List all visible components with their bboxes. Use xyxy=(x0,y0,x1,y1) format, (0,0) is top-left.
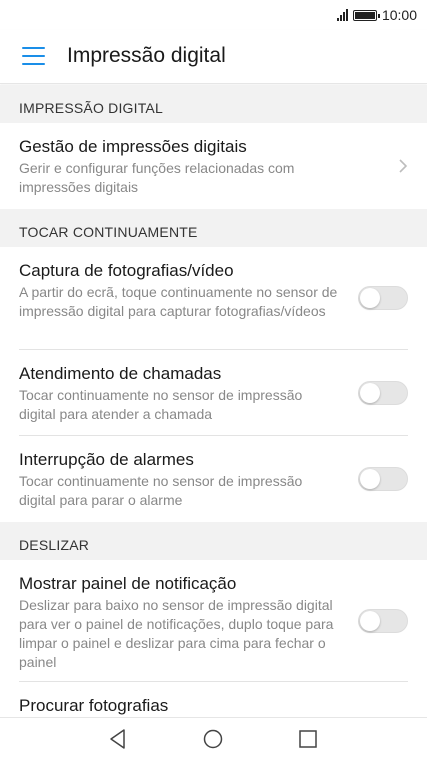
stop-alarms-toggle[interactable] xyxy=(358,467,408,491)
item-title: Interrupção de alarmes xyxy=(19,450,194,469)
section-touch-hold: Captura de fotografias/vídeo A partir do… xyxy=(0,247,427,522)
item-title: Procurar fotografias xyxy=(19,696,169,715)
photo-capture-toggle[interactable] xyxy=(358,286,408,310)
list-item-answer-calls[interactable]: Atendimento de chamadas Tocar continuame… xyxy=(19,350,408,436)
item-title: Mostrar painel de notificação xyxy=(19,574,237,593)
chevron-right-icon xyxy=(399,159,408,173)
item-title: Gestão de impressões digitais xyxy=(19,137,247,156)
list-item-fingerprint-management[interactable]: Gestão de impressões digitais Gerir e co… xyxy=(19,123,408,209)
section-header-swipe: DESLIZAR xyxy=(0,522,427,560)
navigation-bar xyxy=(0,717,427,760)
section-swipe: Mostrar painel de notificação Deslizar p… xyxy=(0,560,427,717)
section-header-touch-hold: TOCAR CONTINUAMENTE xyxy=(0,209,427,247)
section-header-fingerprint: IMPRESSÃO DIGITAL xyxy=(0,85,427,123)
item-subtitle: A partir do ecrã, toque continuamente no… xyxy=(19,284,338,319)
battery-icon xyxy=(352,9,380,21)
signal-icon xyxy=(336,9,348,21)
status-time: 10:00 xyxy=(381,7,417,23)
answer-calls-toggle[interactable] xyxy=(358,380,408,405)
item-subtitle: Tocar continuamente no sensor de impress… xyxy=(19,473,303,508)
item-subtitle: Deslizar para baixo no sensor de impress… xyxy=(19,597,334,670)
settings-list[interactable]: IMPRESSÃO DIGITAL Gestão de impressões d… xyxy=(0,85,427,717)
recents-icon[interactable] xyxy=(297,728,319,750)
menu-icon[interactable] xyxy=(22,47,45,65)
item-subtitle: Tocar continuamente no sensor de impress… xyxy=(19,387,303,422)
status-icons: 10:00 xyxy=(336,7,417,23)
status-bar: 10:00 xyxy=(0,0,427,30)
list-item-photo-capture[interactable]: Captura de fotografias/vídeo A partir do… xyxy=(19,247,408,350)
home-icon[interactable] xyxy=(202,728,224,750)
list-item-notification-panel[interactable]: Mostrar painel de notificação Deslizar p… xyxy=(19,560,408,682)
notification-panel-toggle[interactable] xyxy=(358,608,408,633)
list-item-stop-alarms[interactable]: Interrupção de alarmes Tocar continuamen… xyxy=(19,436,408,522)
back-icon[interactable] xyxy=(107,728,129,750)
item-title: Atendimento de chamadas xyxy=(19,364,222,383)
app-bar: Impressão digital xyxy=(0,30,427,84)
list-item-browse-photos[interactable]: Procurar fotografias xyxy=(19,682,408,717)
page-title: Impressão digital xyxy=(67,44,226,67)
item-title: Captura de fotografias/vídeo xyxy=(19,261,234,280)
item-subtitle: Gerir e configurar funções relacionadas … xyxy=(19,160,295,195)
section-fingerprint: Gestão de impressões digitais Gerir e co… xyxy=(0,123,427,209)
